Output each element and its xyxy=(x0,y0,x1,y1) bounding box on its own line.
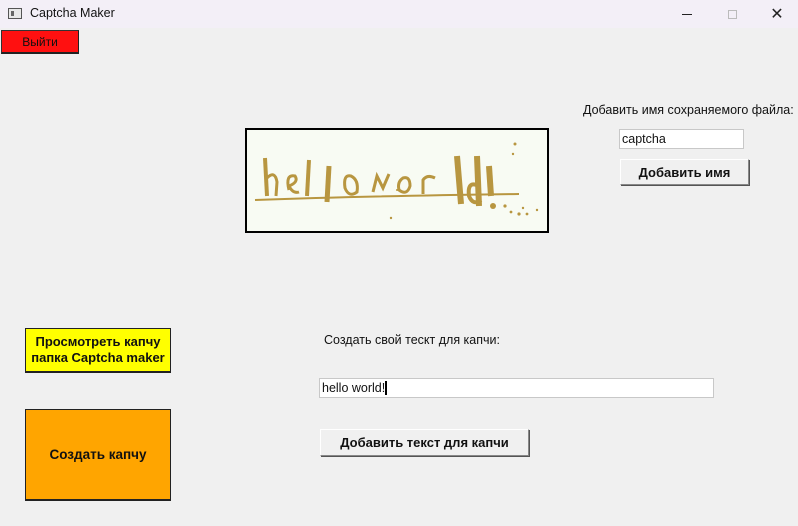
view-captcha-button[interactable]: Просмотреть капчу папка Captcha maker xyxy=(25,328,171,373)
captcha-text-input-value: hello world! xyxy=(322,381,386,395)
captcha-text-label: Создать свой тескт для капчи: xyxy=(324,333,500,347)
close-button[interactable]: ✕ xyxy=(754,0,798,28)
captcha-image-graphic xyxy=(254,142,539,220)
add-name-button[interactable]: Добавить имя xyxy=(620,159,749,185)
minimize-button[interactable] xyxy=(664,0,710,28)
window-title: Captcha Maker xyxy=(30,6,115,20)
exit-button[interactable]: Выйти xyxy=(1,30,79,54)
captcha-image xyxy=(245,128,549,233)
filename-label: Добавить имя сохраняемого файла: xyxy=(583,103,794,117)
maximize-button[interactable] xyxy=(709,0,755,28)
app-icon xyxy=(8,8,22,19)
close-icon: ✕ xyxy=(770,6,784,23)
minimize-icon xyxy=(682,13,692,15)
filename-input[interactable]: captcha xyxy=(619,129,744,149)
captcha-text-input[interactable]: hello world! xyxy=(319,378,714,398)
title-bar: Captcha Maker ✕ xyxy=(0,0,798,28)
create-captcha-button[interactable]: Создать капчу xyxy=(25,409,171,501)
view-captcha-line1: Просмотреть капчу xyxy=(35,334,161,349)
add-captcha-text-button[interactable]: Добавить текст для капчи xyxy=(320,429,529,456)
maximize-icon xyxy=(727,9,737,19)
view-captcha-line2: папка Captcha maker xyxy=(31,350,165,365)
text-caret xyxy=(385,381,388,395)
filename-input-value: captcha xyxy=(622,132,666,146)
